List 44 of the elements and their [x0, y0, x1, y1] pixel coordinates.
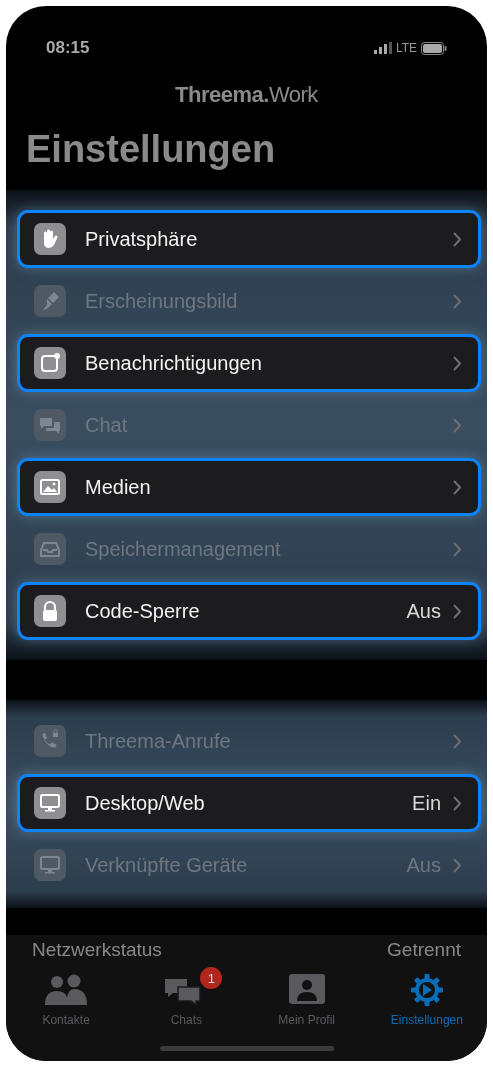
tray-icon [34, 533, 66, 565]
settings-row[interactable]: Desktop/Web Ein [17, 774, 481, 832]
settings-row[interactable]: Verknüpfte Geräte Aus [17, 836, 481, 894]
chevron-icon [453, 479, 462, 495]
status-time: 08:15 [46, 38, 90, 58]
chevron-icon [453, 541, 462, 557]
phone-icon [34, 725, 66, 757]
battery-icon [421, 41, 447, 55]
chevron-icon [453, 795, 462, 811]
profile-card-icon [287, 973, 326, 1007]
page-title: Einstellungen [25, 127, 277, 172]
tab[interactable]: Einstellungen [366, 971, 487, 1061]
chevron-icon [453, 417, 462, 433]
brush-icon [34, 285, 66, 317]
settings-row[interactable]: Erscheinungsbild [17, 272, 481, 330]
people-icon [43, 973, 90, 1007]
tab[interactable]: Mein Profil [246, 971, 367, 1061]
monitor-icon [34, 787, 66, 819]
chevron-icon [453, 231, 462, 247]
lock-icon [34, 595, 66, 627]
hand-icon [34, 223, 66, 255]
settings-row[interactable]: Speichermanagement [17, 520, 481, 578]
signal-icon [373, 42, 392, 54]
settings-icon [409, 973, 444, 1007]
chevron-icon [453, 355, 462, 371]
unread-badge: 1 [200, 967, 223, 989]
settings-row[interactable]: Medien [17, 458, 481, 516]
tab[interactable]: Kontakte [6, 971, 127, 1061]
chevron-icon [453, 293, 462, 309]
settings-row[interactable]: Benachrichtigungen [17, 334, 481, 392]
monitor-icon [34, 849, 66, 881]
image-icon [34, 471, 66, 503]
network-status-label: Netzwerkstatus [32, 939, 162, 961]
network-status-value: Getrennt [387, 939, 461, 961]
network-type: LTE [395, 41, 417, 55]
chevron-icon [453, 603, 462, 619]
settings-row[interactable]: Privatsphäre [17, 210, 481, 268]
notification-icon [34, 347, 66, 379]
chevron-icon [453, 733, 462, 749]
chat-bubbles-icon [34, 409, 66, 441]
app-logo: Threema.Work [175, 82, 318, 108]
chevron-icon [453, 857, 462, 873]
settings-row[interactable]: Threema-Anrufe [17, 712, 481, 770]
settings-row[interactable]: Code-Sperre Aus [17, 582, 481, 640]
